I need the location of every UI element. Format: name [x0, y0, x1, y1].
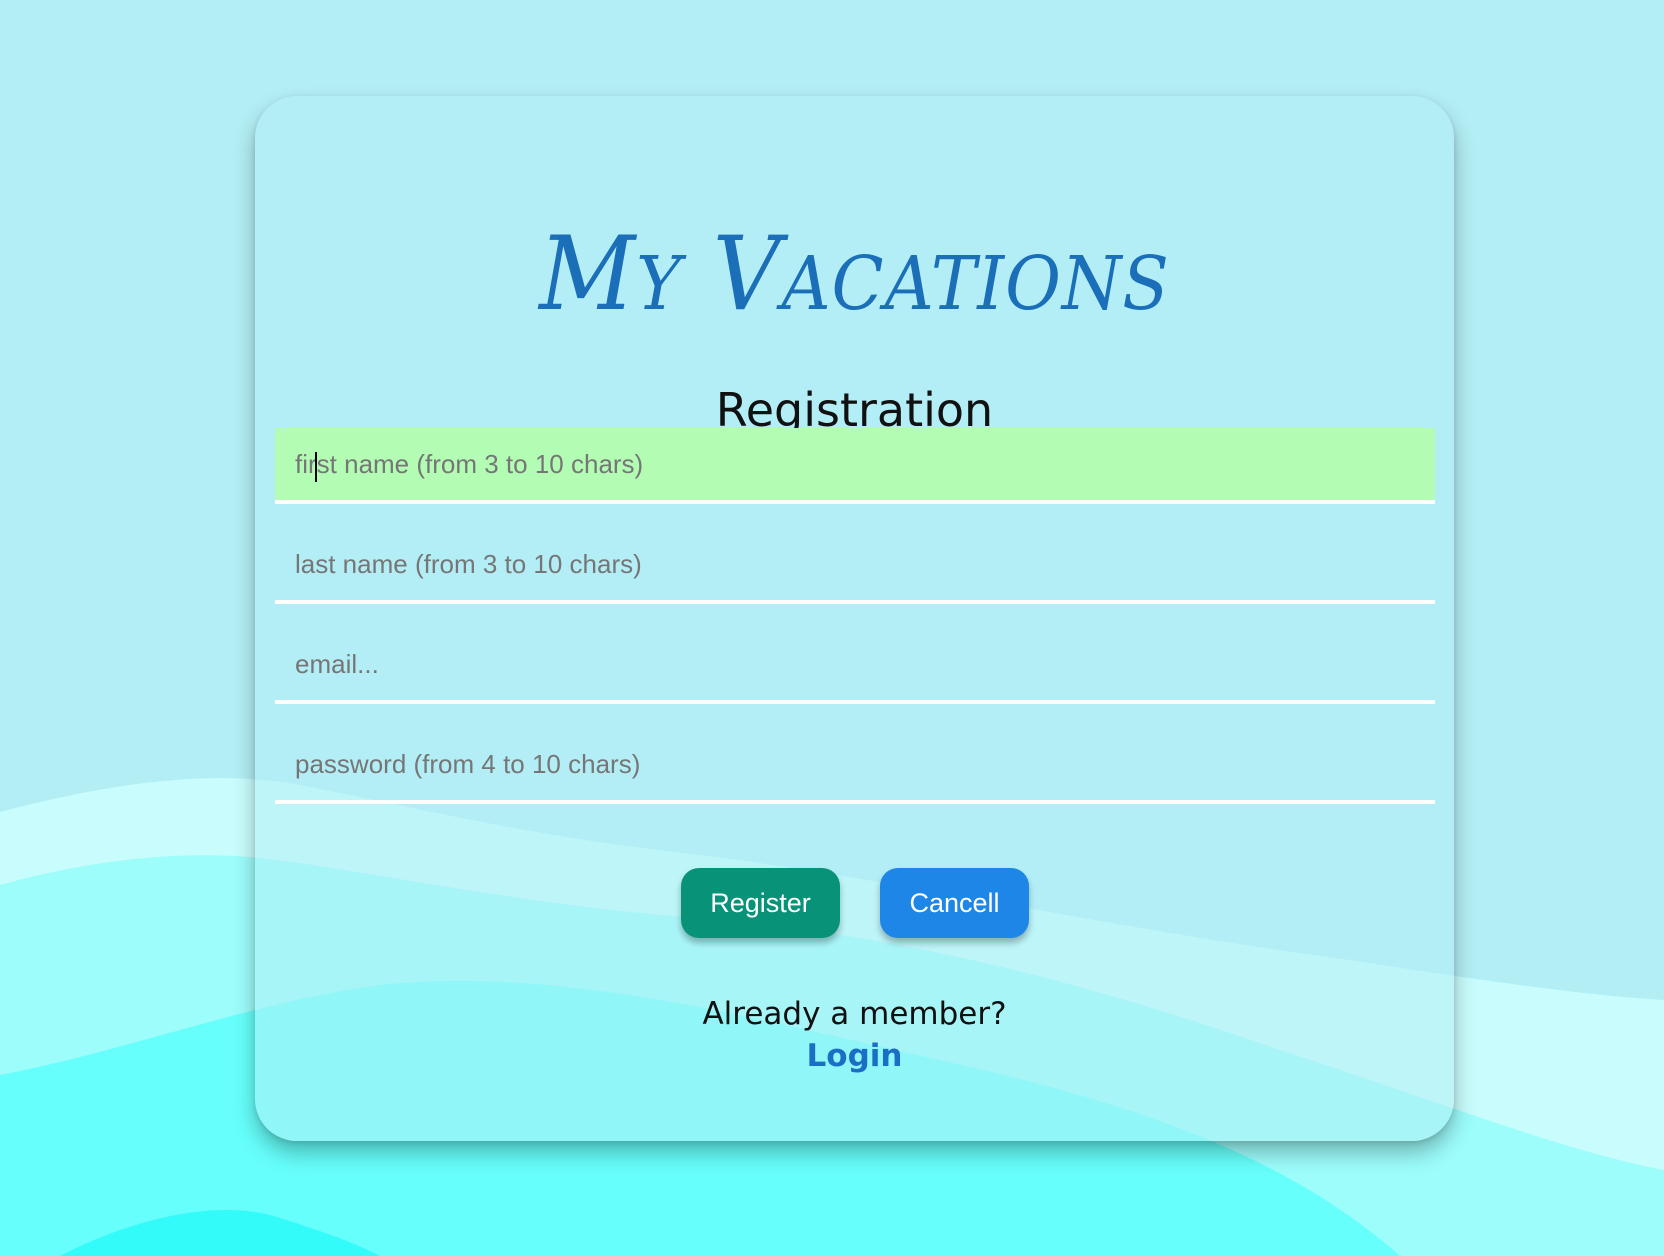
login-link[interactable]: Login [255, 1038, 1454, 1074]
registration-card: MY VACATIONS Registration Register Cance… [255, 96, 1454, 1141]
password-field-wrapper [275, 728, 1435, 804]
app-logo: MY VACATIONS [303, 224, 1406, 326]
cancel-button[interactable]: Cancell [880, 868, 1029, 938]
email-field-wrapper [275, 628, 1435, 704]
password-input[interactable] [275, 728, 1435, 800]
logo-letter-m: M [539, 215, 637, 334]
logo-letters-y: Y [636, 241, 683, 327]
last-name-input[interactable] [275, 528, 1435, 600]
first-name-field-wrapper [275, 428, 1435, 504]
text-cursor [315, 452, 317, 482]
register-button[interactable]: Register [681, 868, 840, 938]
logo-letters-acations: ACATIONS [781, 241, 1170, 327]
last-name-field-wrapper [275, 528, 1435, 604]
already-member-text: Already a member? [702, 996, 1007, 1032]
email-input[interactable] [275, 628, 1435, 700]
first-name-input[interactable] [275, 428, 1435, 500]
logo-letter-v: V [712, 215, 782, 334]
